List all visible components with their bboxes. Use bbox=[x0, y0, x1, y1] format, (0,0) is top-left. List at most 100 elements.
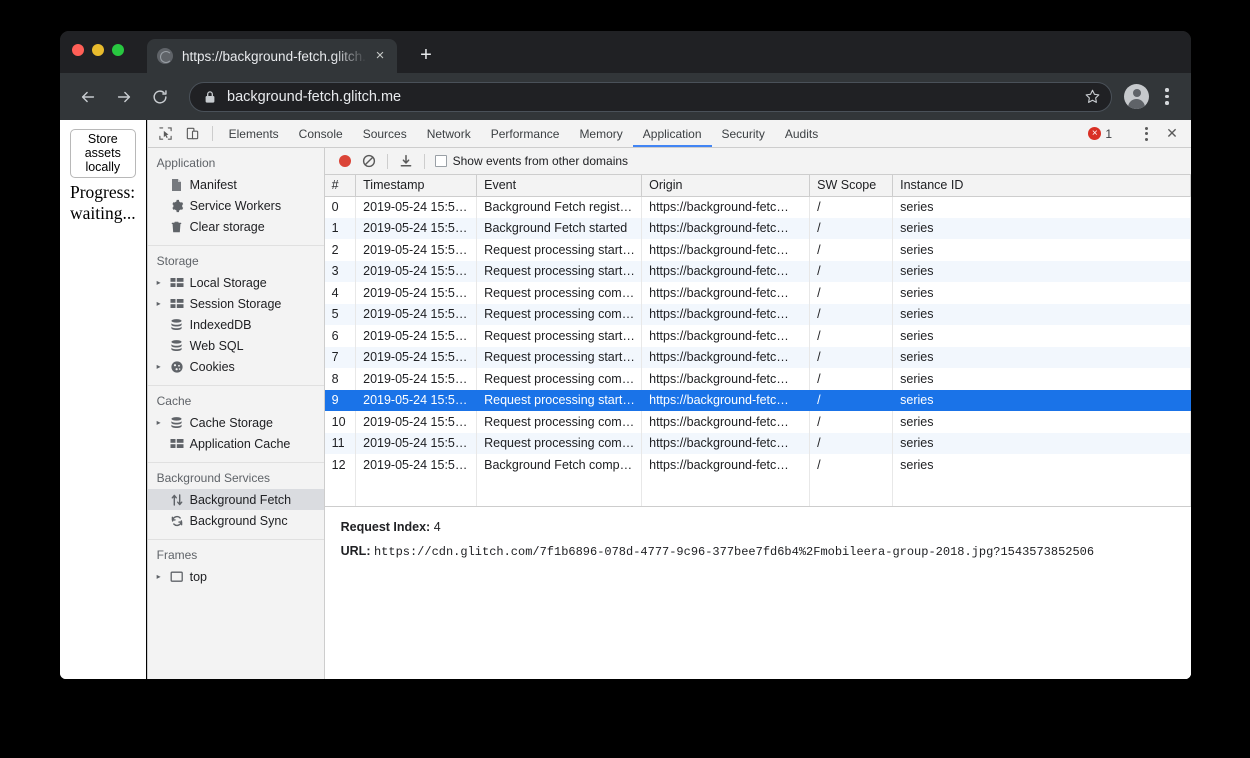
tab-performance[interactable]: Performance bbox=[481, 120, 570, 147]
tab-label: Network bbox=[426, 126, 471, 141]
cell-origin: https://background-fetc… bbox=[641, 303, 811, 325]
sidebar-item-label: Background Fetch bbox=[189, 492, 292, 507]
sidebar-item-web-sql[interactable]: ▸ Web SQL bbox=[148, 335, 324, 356]
table-row[interactable]: 4 2019-05-24 15:5… Request processing co… bbox=[324, 282, 1191, 304]
table-row[interactable]: 12 2019-05-24 15:5… Background Fetch com… bbox=[324, 454, 1191, 476]
inspect-element-icon[interactable] bbox=[152, 120, 179, 147]
chevron-right-icon[interactable]: ▸ bbox=[157, 356, 170, 377]
sidebar-item-background-fetch[interactable]: ▸ Background Fetch bbox=[147, 489, 324, 510]
minimize-window-button[interactable] bbox=[92, 44, 104, 56]
reload-icon[interactable] bbox=[145, 82, 175, 112]
table-row[interactable]: 8 2019-05-24 15:5… Request processing co… bbox=[324, 368, 1191, 390]
back-arrow-icon[interactable] bbox=[73, 82, 103, 112]
table-row[interactable]: 1 2019-05-24 15:5… Background Fetch star… bbox=[324, 217, 1191, 239]
chevron-right-icon[interactable]: ▸ bbox=[157, 412, 170, 433]
tab-memory[interactable]: Memory bbox=[569, 120, 632, 147]
avatar[interactable] bbox=[1124, 84, 1149, 109]
close-icon[interactable]: × bbox=[371, 47, 389, 65]
sidebar-item-service-workers[interactable]: ▸ Service Workers bbox=[148, 195, 324, 216]
device-toolbar-icon[interactable] bbox=[179, 120, 206, 147]
devtools-kebab-menu-icon[interactable] bbox=[1136, 126, 1156, 141]
sidebar-item-application-cache[interactable]: ▸ Application Cache bbox=[148, 433, 324, 454]
browser-tab[interactable]: https://background-fetch.glitch.me × bbox=[147, 39, 397, 73]
application-sidebar[interactable]: Application ▸ Manifest ▸ bbox=[147, 148, 325, 679]
table-row[interactable]: 5 2019-05-24 15:5… Request processing co… bbox=[324, 303, 1191, 325]
table-row[interactable]: 3 2019-05-24 15:5… Request processing st… bbox=[324, 260, 1191, 282]
events-table-container[interactable]: # Timestamp Event Origin SW Scope Instan… bbox=[324, 175, 1191, 507]
column-header-event[interactable]: Event bbox=[476, 175, 643, 197]
show-other-domains-label: Show events from other domains bbox=[452, 154, 629, 168]
show-other-domains-checkbox[interactable] bbox=[434, 155, 447, 167]
cell-timestamp: 2019-05-24 15:5… bbox=[355, 389, 478, 411]
sidebar-item-indexeddb[interactable]: ▸ IndexedDB bbox=[148, 314, 324, 335]
column-header-index[interactable]: # bbox=[324, 175, 357, 197]
tab-security[interactable]: Security bbox=[712, 120, 775, 147]
cookie-icon bbox=[170, 360, 190, 374]
close-window-button[interactable] bbox=[72, 44, 84, 56]
table-row[interactable]: 2 2019-05-24 15:5… Request processing st… bbox=[324, 239, 1191, 261]
chevron-right-icon[interactable]: ▸ bbox=[157, 293, 170, 314]
error-count: 1 bbox=[1105, 126, 1112, 141]
cell-sw-scope: / bbox=[809, 303, 894, 325]
tab-sources[interactable]: Sources bbox=[353, 120, 417, 147]
cell-instance-id: series bbox=[892, 432, 1191, 454]
cell-timestamp: 2019-05-24 15:5… bbox=[355, 411, 478, 433]
cell-origin: https://background-fetc… bbox=[641, 282, 811, 304]
record-button[interactable] bbox=[333, 155, 357, 167]
sidebar-item-clear-storage[interactable]: ▸ Clear storage bbox=[148, 216, 324, 237]
column-header-origin[interactable]: Origin bbox=[641, 175, 811, 197]
cell-index: 4 bbox=[324, 282, 357, 304]
show-other-domains-checkbox-row[interactable]: Show events from other domains bbox=[434, 154, 629, 168]
maximize-window-button[interactable] bbox=[112, 44, 124, 56]
column-header-timestamp[interactable]: Timestamp bbox=[355, 175, 478, 197]
cell-sw-scope: / bbox=[809, 389, 894, 411]
sidebar-item-manifest[interactable]: ▸ Manifest bbox=[148, 174, 324, 195]
column-header-instance-id[interactable]: Instance ID bbox=[892, 175, 1191, 197]
devtools-close-icon[interactable]: ✕ bbox=[1161, 125, 1183, 142]
sidebar-item-label: Session Storage bbox=[189, 296, 282, 311]
chevron-right-icon[interactable]: ▸ bbox=[157, 566, 170, 587]
sidebar-item-cache-storage[interactable]: ▸ Cache Storage bbox=[148, 412, 324, 433]
detail-request-index: Request Index: 4 bbox=[341, 519, 1177, 536]
cell-sw-scope: / bbox=[809, 282, 894, 304]
address-bar[interactable]: background-fetch.glitch.me bbox=[189, 81, 1112, 112]
cell-event: Request processing com… bbox=[476, 282, 643, 304]
table-row-selected[interactable]: 9 2019-05-24 15:5… Request processing st… bbox=[324, 389, 1191, 411]
table-row[interactable]: 6 2019-05-24 15:5… Request processing st… bbox=[324, 325, 1191, 347]
toolbar-divider bbox=[423, 153, 425, 169]
table-row[interactable]: 0 2019-05-24 15:5… Background Fetch regi… bbox=[324, 196, 1191, 218]
sidebar-item-label: Application Cache bbox=[189, 436, 291, 451]
cell-origin: https://background-fetc… bbox=[641, 389, 811, 411]
chevron-right-icon[interactable]: ▸ bbox=[157, 272, 170, 293]
toolbar-divider bbox=[386, 153, 388, 169]
tab-application[interactable]: Application bbox=[632, 120, 712, 147]
tab-elements[interactable]: Elements bbox=[219, 120, 289, 147]
tab-network[interactable]: Network bbox=[417, 120, 481, 147]
table-row[interactable]: 11 2019-05-24 15:5… Request processing c… bbox=[324, 432, 1191, 454]
sidebar-item-top-frame[interactable]: ▸ top bbox=[148, 566, 324, 587]
sidebar-item-local-storage[interactable]: ▸ Local Storage bbox=[148, 272, 324, 293]
store-assets-locally-button[interactable]: Store assets locally bbox=[70, 129, 136, 178]
error-badge[interactable]: × 1 bbox=[1088, 127, 1112, 141]
sidebar-item-cookies[interactable]: ▸ Cookies bbox=[148, 356, 324, 377]
sidebar-item-background-sync[interactable]: ▸ Background Sync bbox=[148, 510, 324, 531]
star-icon[interactable] bbox=[1084, 88, 1101, 105]
save-button[interactable] bbox=[394, 154, 418, 168]
cell-instance-id: series bbox=[892, 196, 1191, 218]
clear-button[interactable] bbox=[357, 154, 381, 168]
sidebar-item-session-storage[interactable]: ▸ Session Storage bbox=[148, 293, 324, 314]
table-row[interactable]: 7 2019-05-24 15:5… Request processing st… bbox=[324, 346, 1191, 368]
cell-origin: https://background-fetc… bbox=[641, 239, 811, 261]
tab-console[interactable]: Console bbox=[289, 120, 353, 147]
tab-audits[interactable]: Audits bbox=[775, 120, 828, 147]
new-tab-button[interactable]: + bbox=[415, 45, 437, 67]
cell-sw-scope: / bbox=[809, 325, 894, 347]
cell-index: 7 bbox=[324, 346, 357, 368]
column-header-sw-scope[interactable]: SW Scope bbox=[809, 175, 894, 197]
error-icon: × bbox=[1088, 127, 1102, 140]
table-row[interactable]: 10 2019-05-24 15:5… Request processing c… bbox=[324, 411, 1191, 433]
cell-origin: https://background-fetc… bbox=[641, 368, 811, 390]
forward-arrow-icon[interactable] bbox=[109, 82, 139, 112]
cell-index: 11 bbox=[324, 432, 357, 454]
kebab-menu-icon[interactable] bbox=[1156, 88, 1178, 105]
